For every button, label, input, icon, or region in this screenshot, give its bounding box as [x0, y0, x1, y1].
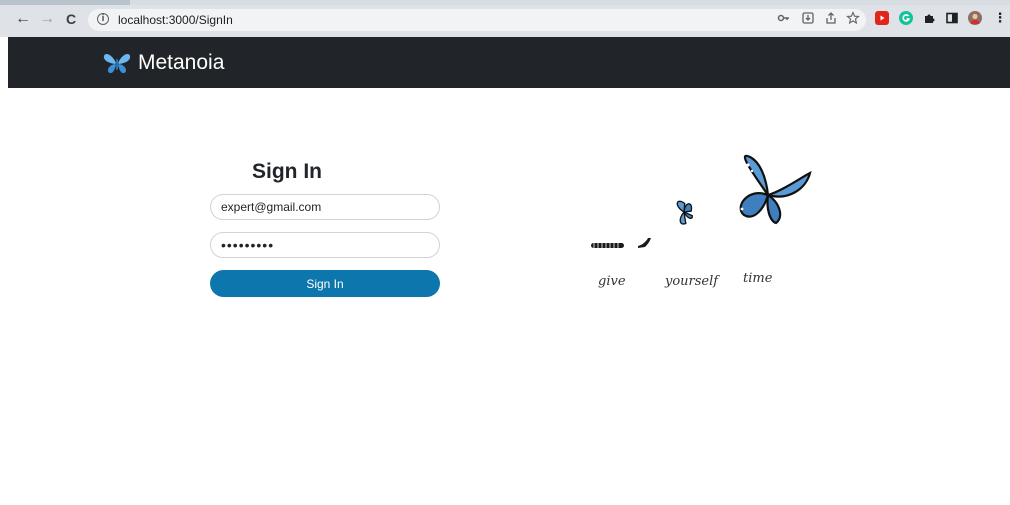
password-input[interactable]: [210, 232, 440, 258]
app-navbar: Metanoia: [8, 37, 1010, 88]
share-icon[interactable]: [823, 11, 839, 27]
signin-button[interactable]: Sign In: [210, 270, 440, 297]
address-bar[interactable]: i localhost:3000/SignIn: [88, 9, 866, 31]
brand-link[interactable]: Metanoia: [103, 50, 224, 76]
browser-tab[interactable]: [130, 0, 1010, 5]
reload-icon[interactable]: C: [62, 10, 80, 28]
tab-strip: [0, 0, 1010, 5]
forward-icon[interactable]: →: [38, 10, 56, 28]
address-url[interactable]: localhost:3000/SignIn: [118, 12, 233, 28]
back-icon[interactable]: ←: [14, 10, 32, 28]
extensions-puzzle-icon[interactable]: [922, 11, 936, 25]
key-icon[interactable]: [776, 11, 792, 27]
illustration-word: give: [598, 274, 626, 289]
profile-avatar[interactable]: [968, 11, 982, 25]
metamorphosis-illustration: give yourself time: [591, 154, 812, 289]
chrysalis-icon: [638, 238, 651, 248]
site-info-icon[interactable]: i: [97, 13, 109, 25]
brand-name: Metanoia: [138, 51, 225, 74]
install-icon[interactable]: [800, 11, 816, 27]
small-butterfly-icon: [676, 200, 693, 225]
bookmark-star-icon[interactable]: [845, 11, 861, 27]
caterpillar-icon: [591, 243, 624, 248]
youtube-extension-icon[interactable]: [875, 11, 889, 25]
butterfly-logo-icon: [103, 54, 131, 74]
illustration-word: time: [743, 271, 773, 286]
illustration-word: yourself: [664, 274, 720, 289]
menu-kebab-icon[interactable]: ⋮: [992, 11, 1008, 27]
email-input[interactable]: [210, 194, 440, 220]
side-panel-icon[interactable]: [945, 11, 959, 25]
large-butterfly-icon: [739, 154, 812, 225]
signin-heading: Sign In: [252, 160, 322, 183]
browser-toolbar: ← → C i localhost:3000/SignIn ⋮: [0, 0, 1010, 37]
grammarly-extension-icon[interactable]: [899, 11, 913, 25]
